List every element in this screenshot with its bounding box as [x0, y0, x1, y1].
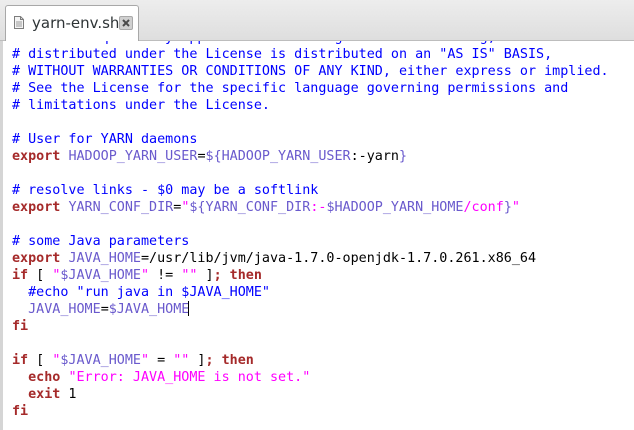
- code-line[interactable]: if [ "$JAVA_HOME" != "" ]; then: [12, 267, 609, 284]
- code-token: ]: [189, 353, 206, 368]
- code-line[interactable]: #echo "run java in $JAVA_HOME": [12, 284, 609, 301]
- code-token: # resolve links - $0 may be a softlink: [12, 183, 319, 198]
- code-token: =: [197, 149, 206, 164]
- tab-bar: yarn-env.sh: [0, 0, 634, 41]
- code-line[interactable]: export YARN_CONF_DIR="${YARN_CONF_DIR:-$…: [12, 199, 609, 216]
- code-token: [: [28, 268, 53, 283]
- code-token: "": [181, 268, 198, 283]
- code-line[interactable]: [12, 335, 609, 352]
- code-token: exit: [28, 387, 61, 402]
- code-line[interactable]: exit 1: [12, 386, 609, 403]
- code-line[interactable]: # distributed under the License is distr…: [12, 46, 609, 63]
- code-token: /conf: [463, 200, 504, 215]
- code-token: if: [12, 268, 29, 283]
- code-line[interactable]: export JAVA_HOME=/usr/lib/jvm/java-1.7.0…: [12, 250, 609, 267]
- code-line[interactable]: JAVA_HOME=$JAVA_HOME: [12, 301, 609, 318]
- code-token: # Unless required by applicable law or a…: [12, 41, 568, 45]
- code-token: "": [173, 353, 190, 368]
- code-line[interactable]: echo "Error: JAVA_HOME is not set.": [12, 369, 609, 386]
- code-line[interactable]: export HADOOP_YARN_USER=${HADOOP_YARN_US…: [12, 148, 609, 165]
- file-icon: [14, 16, 24, 29]
- text-editor[interactable]: # Unless required by applicable law or a…: [0, 41, 634, 430]
- tab-title: yarn-env.sh: [32, 14, 120, 32]
- code-token: echo: [28, 370, 61, 385]
- close-icon[interactable]: [119, 16, 133, 30]
- code-token: export: [12, 251, 61, 266]
- code-token: ; then: [205, 353, 254, 368]
- code-line[interactable]: # limitations under the License.: [12, 97, 609, 114]
- code-token: 1: [60, 387, 77, 402]
- code-token: fi: [12, 404, 29, 419]
- code-token: # distributed under the License is distr…: [12, 47, 553, 62]
- code-token: }: [399, 149, 408, 164]
- code-line[interactable]: [12, 165, 609, 182]
- code-token: HADOOP_YARN_USER: [68, 149, 198, 164]
- code-token: YARN_CONF_DIR: [68, 200, 174, 215]
- text-cursor: [188, 301, 190, 316]
- code-line[interactable]: [12, 114, 609, 131]
- code-token: if: [12, 353, 29, 368]
- code-line[interactable]: # User for YARN daemons: [12, 131, 609, 148]
- code-area[interactable]: # Unless required by applicable law or a…: [12, 41, 609, 420]
- code-token: =: [100, 302, 109, 317]
- code-token: # WITHOUT WARRANTIES OR CONDITIONS OF AN…: [12, 64, 609, 79]
- code-token: [: [28, 353, 53, 368]
- code-token: $HADOOP_YARN_HOME: [326, 200, 464, 215]
- code-token: $JAVA_HOME: [60, 268, 141, 283]
- code-token: !=: [149, 268, 182, 283]
- code-token: export: [12, 200, 61, 215]
- code-line[interactable]: # WITHOUT WARRANTIES OR CONDITIONS OF AN…: [12, 63, 609, 80]
- code-token: ": [511, 200, 520, 215]
- code-token: ; then: [213, 268, 262, 283]
- code-line[interactable]: fi: [12, 403, 609, 420]
- code-token: ${YARN_CONF_DIR: [189, 200, 311, 215]
- code-token: =/usr/lib/jvm/java-1.7.0-openjdk-1.7.0.2…: [141, 251, 537, 266]
- code-token: ": [141, 353, 150, 368]
- code-token: # See the License for the specific langu…: [12, 81, 569, 96]
- code-line[interactable]: # resolve links - $0 may be a softlink: [12, 182, 609, 199]
- code-token: #echo "run java in $JAVA_HOME": [28, 285, 270, 300]
- code-line[interactable]: [12, 216, 609, 233]
- code-token: # User for YARN daemons: [12, 132, 198, 147]
- code-token: # limitations under the License.: [12, 98, 270, 113]
- code-token: $JAVA_HOME: [60, 353, 141, 368]
- code-token: JAVA_HOME: [28, 302, 101, 317]
- code-token: $JAVA_HOME: [108, 302, 190, 317]
- code-token: ": [141, 268, 150, 283]
- code-line[interactable]: if [ "$JAVA_HOME" = "" ]; then: [12, 352, 609, 369]
- code-line[interactable]: # some Java parameters: [12, 233, 609, 250]
- code-token: :-: [310, 200, 327, 215]
- editor-window: yarn-env.sh # Unless required by applica…: [0, 0, 634, 430]
- code-token: =: [149, 353, 174, 368]
- code-token: ${HADOOP_YARN_USER: [205, 149, 351, 164]
- code-line[interactable]: fi: [12, 318, 609, 335]
- code-token: :-yarn: [350, 149, 399, 164]
- code-token: }: [503, 200, 512, 215]
- tab-yarn-env[interactable]: yarn-env.sh: [5, 5, 139, 41]
- code-token: export: [12, 149, 61, 164]
- code-token: ]: [197, 268, 214, 283]
- code-token: fi: [12, 319, 29, 334]
- code-token: # some Java parameters: [12, 234, 190, 249]
- code-token: "Error: JAVA_HOME is not set.": [68, 370, 311, 385]
- code-token: JAVA_HOME: [68, 251, 141, 266]
- code-line[interactable]: # See the License for the specific langu…: [12, 80, 609, 97]
